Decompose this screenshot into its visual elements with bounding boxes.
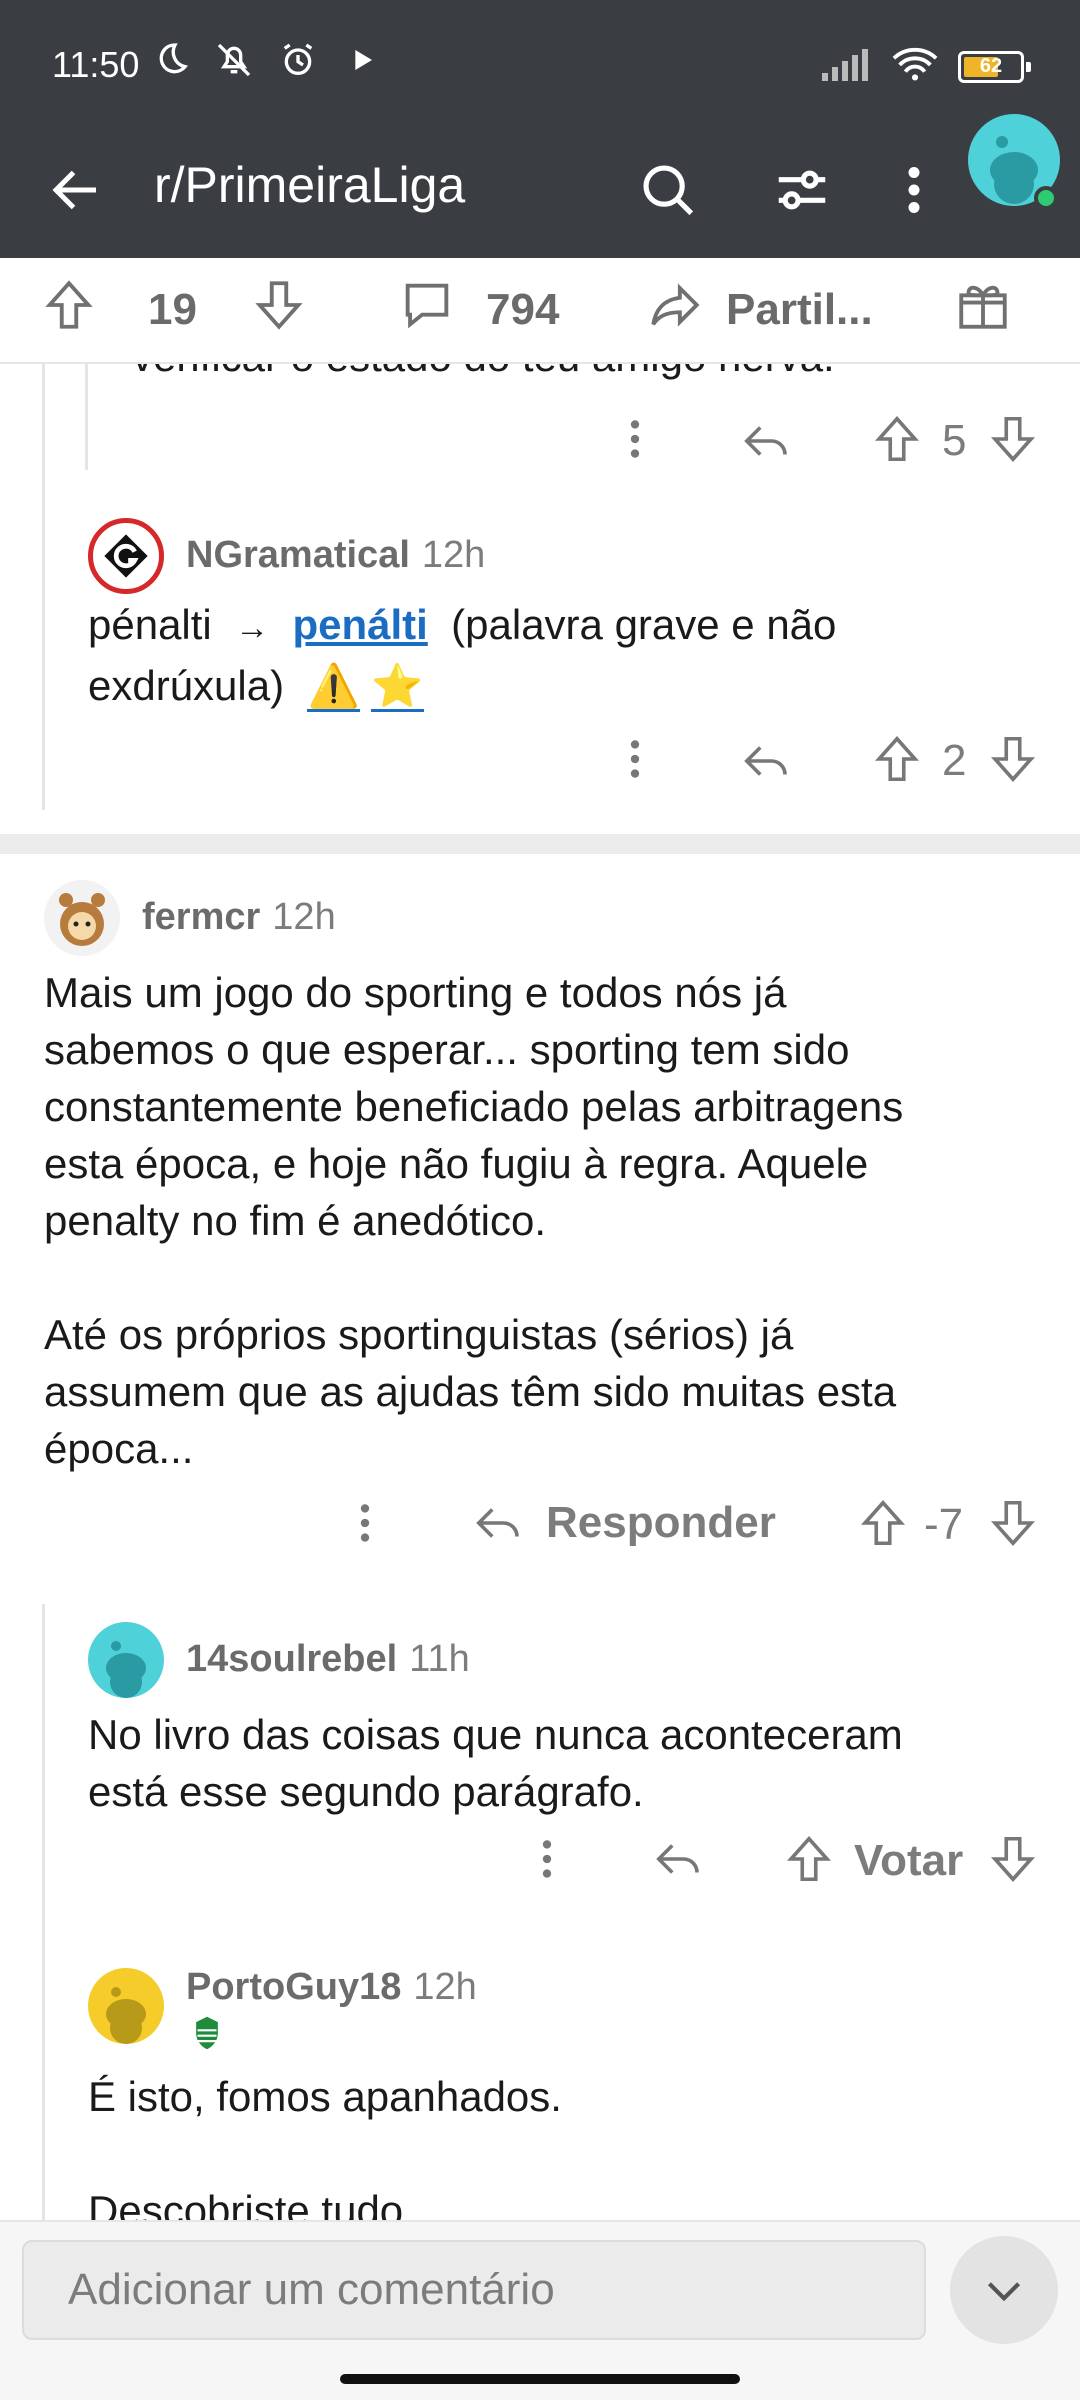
flair-crest-icon <box>190 2014 224 2057</box>
comment-author[interactable]: fermcr <box>142 896 260 939</box>
share-arrow-icon <box>646 276 704 345</box>
upvote-icon[interactable] <box>782 1832 836 1886</box>
comment-line: É isto, fomos apanhados. <box>88 2073 562 2120</box>
chevron-down-icon <box>987 2282 1021 2302</box>
upvote-icon[interactable] <box>870 412 924 466</box>
comment-line: sabemos o que esperar... sporting tem si… <box>44 1026 850 1073</box>
play-icon <box>342 40 382 85</box>
award-gift-icon[interactable] <box>954 276 1012 345</box>
battery-level: 62 <box>979 55 1003 77</box>
collapse-button[interactable] <box>950 2236 1058 2344</box>
mute-bell-icon <box>214 40 254 85</box>
reply-label: Responder <box>546 1498 776 1547</box>
comment-time: 12h <box>421 534 486 576</box>
comments-button[interactable]: 794 <box>398 276 559 345</box>
reply-icon[interactable] <box>652 1832 706 1886</box>
upvote-icon[interactable] <box>40 276 98 345</box>
share-button[interactable]: Partil... <box>646 276 873 345</box>
comment-time: 12h <box>272 896 336 938</box>
battery-icon: 62 <box>958 50 1031 83</box>
comment-line: Descobriste tudo <box>88 2187 404 2220</box>
downvote-icon[interactable] <box>986 1496 1040 1550</box>
comment-bubble-icon <box>398 276 456 345</box>
comment-line: está esse segundo parágrafo. <box>88 1768 644 1815</box>
status-bar: 11:50 62 <box>0 0 1080 120</box>
comment-time: 12h <box>413 1966 477 2008</box>
comment-line: constantemente beneficiado pelas arbitra… <box>44 1083 904 1130</box>
post-action-bar: 19 794 Partil... <box>0 258 1080 364</box>
original-word: pénalti <box>88 601 212 648</box>
more-options-icon[interactable] <box>350 1498 380 1548</box>
signal-icon <box>820 47 872 86</box>
downvote-icon[interactable] <box>986 412 1040 466</box>
comment-line: assumem que as ajudas têm sido muitas es… <box>44 1368 897 1415</box>
back-arrow-icon[interactable] <box>36 150 116 230</box>
comment-author[interactable]: NGramatical <box>186 534 410 577</box>
correction-note-end: exdrúxula) <box>88 662 285 709</box>
reply-icon <box>476 1508 519 1538</box>
reply-button[interactable]: Responder <box>472 1496 776 1550</box>
comment-time: 11h <box>409 1638 470 1680</box>
comment-count: 794 <box>486 285 560 334</box>
comment-score: 5 <box>942 416 967 465</box>
comment-composer: Adicionar um comentário <box>0 2220 1080 2400</box>
alarm-icon <box>278 40 318 85</box>
comment-line: esta época, e hoje não fugiu à regra. Aq… <box>44 1140 869 1187</box>
comment-actions: 5 <box>0 364 1080 484</box>
user-avatar[interactable] <box>88 1622 164 1698</box>
reply-icon[interactable] <box>740 734 794 788</box>
user-avatar[interactable] <box>44 880 120 956</box>
moon-icon <box>150 40 190 85</box>
reply-icon[interactable] <box>740 414 794 468</box>
share-label: Partil... <box>726 285 873 334</box>
user-avatar[interactable] <box>88 1968 164 2044</box>
correction-link[interactable]: penálti <box>292 601 427 648</box>
more-options-icon[interactable] <box>620 414 650 464</box>
status-time: 11:50 <box>52 44 140 85</box>
post-score: 19 <box>148 285 197 334</box>
comment-score: -7 <box>924 1500 964 1549</box>
comment-thread: verificar o estado do teu amigo nerva. 5… <box>0 364 1080 2220</box>
downvote-icon[interactable] <box>986 732 1040 786</box>
online-dot <box>1034 186 1058 210</box>
downvote-icon[interactable] <box>986 1832 1040 1886</box>
comment-line: penalty no fim é anedótico. <box>44 1197 546 1244</box>
vote-label: Votar <box>854 1836 964 1885</box>
comment-line: No livro das coisas que nunca acontecera… <box>88 1711 903 1758</box>
downvote-icon[interactable] <box>250 276 308 345</box>
comment-author[interactable]: PortoGuy18 <box>186 1966 401 2009</box>
more-options-icon[interactable] <box>620 734 650 784</box>
arrow: → <box>235 609 270 647</box>
search-icon[interactable] <box>628 150 708 230</box>
thread-divider <box>0 834 1080 854</box>
comment-line: Até os próprios sportinguistas (sérios) … <box>44 1311 794 1358</box>
upvote-icon[interactable] <box>856 1496 910 1550</box>
comment-body: pénalti → penálti (palavra grave e não e… <box>88 596 1048 714</box>
comment-body: É isto, fomos apanhados. Descobriste tud… <box>88 2068 1048 2220</box>
home-indicator[interactable] <box>340 2374 740 2384</box>
wifi-icon <box>892 46 938 87</box>
comment-body: No livro das coisas que nunca acontecera… <box>88 1706 1048 1820</box>
comment-line: Mais um jogo do sporting e todos nós já <box>44 969 787 1016</box>
correction-note: (palavra grave e não <box>451 601 837 648</box>
upvote-icon[interactable] <box>870 732 924 786</box>
filter-icon[interactable] <box>762 150 842 230</box>
comment-input[interactable]: Adicionar um comentário <box>22 2240 926 2340</box>
subreddit-title: r/PrimeiraLiga <box>154 157 466 213</box>
comment-line: época... <box>44 1425 194 1472</box>
comment-body: Mais um jogo do sporting e todos nós já … <box>44 964 1054 1477</box>
more-options-icon[interactable] <box>532 1834 562 1884</box>
more-options-icon[interactable] <box>874 150 954 230</box>
user-avatar[interactable] <box>88 518 164 594</box>
comment-score: 2 <box>942 736 967 785</box>
app-header: r/PrimeiraLiga <box>0 114 1080 258</box>
comment-author[interactable]: 14soulrebel <box>186 1638 397 1681</box>
